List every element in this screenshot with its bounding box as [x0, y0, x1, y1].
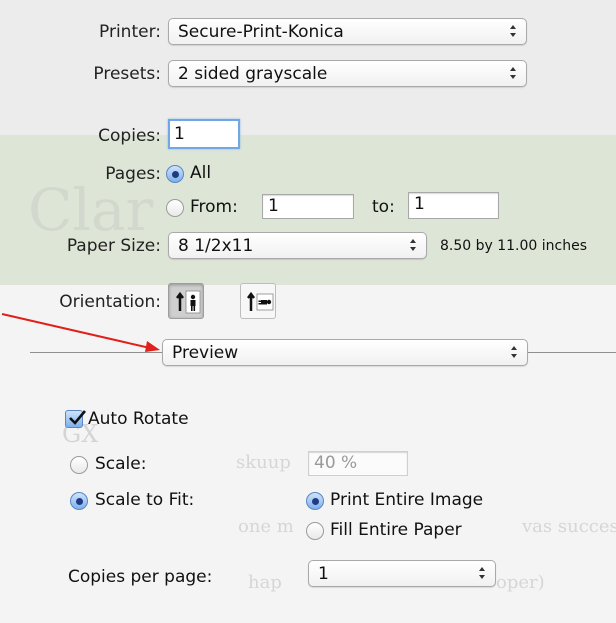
pages-to-label: to:	[372, 197, 395, 217]
presets-value: 2 sided grayscale	[178, 64, 328, 84]
copies-per-page-popup[interactable]: 1	[308, 560, 496, 587]
copies-per-page-label: Copies per page:	[68, 567, 213, 587]
background-text: vas succes	[522, 516, 616, 537]
annotation-arrow-icon	[1, 313, 160, 352]
pages-to-field[interactable]: 1	[408, 192, 499, 219]
separator-line	[528, 352, 616, 353]
popup-arrows-icon	[509, 343, 519, 361]
section-popup[interactable]: Preview	[162, 339, 528, 366]
popup-arrows-icon	[477, 564, 487, 582]
copies-per-page-value: 1	[318, 564, 329, 584]
background-text: skuup	[236, 452, 291, 473]
print-entire-image-radio[interactable]	[306, 492, 324, 510]
scale-to-fit-radio[interactable]	[70, 492, 88, 510]
auto-rotate-checkbox[interactable]	[65, 410, 86, 428]
pages-all-radio[interactable]	[166, 165, 184, 183]
orientation-label: Orientation:	[59, 292, 161, 312]
background-text: oper)	[496, 572, 545, 593]
section-popup-value: Preview	[172, 343, 239, 363]
paper-size-popup[interactable]: 8 1/2x11	[168, 232, 427, 259]
portrait-orientation-button[interactable]	[168, 283, 204, 319]
landscape-orientation-button[interactable]	[240, 283, 276, 319]
print-entire-image-label: Print Entire Image	[330, 490, 484, 510]
portrait-person-icon	[176, 290, 201, 314]
paper-dimensions-text: 8.50 by 11.00 inches	[440, 238, 588, 254]
scale-to-fit-label: Scale to Fit:	[95, 490, 195, 510]
background-title-text: Clar	[28, 176, 154, 244]
popup-arrows-icon	[508, 64, 518, 82]
scale-radio[interactable]	[70, 456, 88, 474]
landscape-person-icon	[247, 291, 274, 311]
scale-label: Scale:	[95, 454, 147, 474]
background-text: one m	[238, 516, 294, 537]
presets-label: Presets:	[93, 64, 161, 84]
auto-rotate-label: Auto Rotate	[88, 409, 189, 429]
fill-entire-paper-radio[interactable]	[306, 522, 324, 540]
fill-entire-paper-label: Fill Entire Paper	[330, 520, 462, 540]
printer-popup[interactable]: Secure-Print-Konica	[168, 18, 527, 45]
printer-label: Printer:	[99, 22, 161, 42]
checkmark-icon	[69, 410, 86, 425]
popup-arrows-icon	[508, 22, 518, 40]
paper-size-value: 8 1/2x11	[178, 236, 254, 256]
background-text: hap	[248, 572, 282, 593]
pages-from-field[interactable]: 1	[262, 194, 354, 219]
pages-from-label: From:	[190, 197, 238, 217]
paper-size-label: Paper Size:	[66, 236, 161, 256]
pages-label: Pages:	[105, 164, 161, 184]
copies-label: Copies:	[98, 126, 161, 146]
pages-all-label: All	[190, 163, 212, 183]
scale-percent-field[interactable]: 40 %	[308, 451, 408, 476]
copies-field[interactable]: 1	[168, 119, 240, 149]
popup-arrows-icon	[408, 236, 418, 254]
printer-value: Secure-Print-Konica	[178, 22, 344, 42]
presets-popup[interactable]: 2 sided grayscale	[168, 60, 527, 87]
pages-from-radio[interactable]	[166, 199, 184, 217]
